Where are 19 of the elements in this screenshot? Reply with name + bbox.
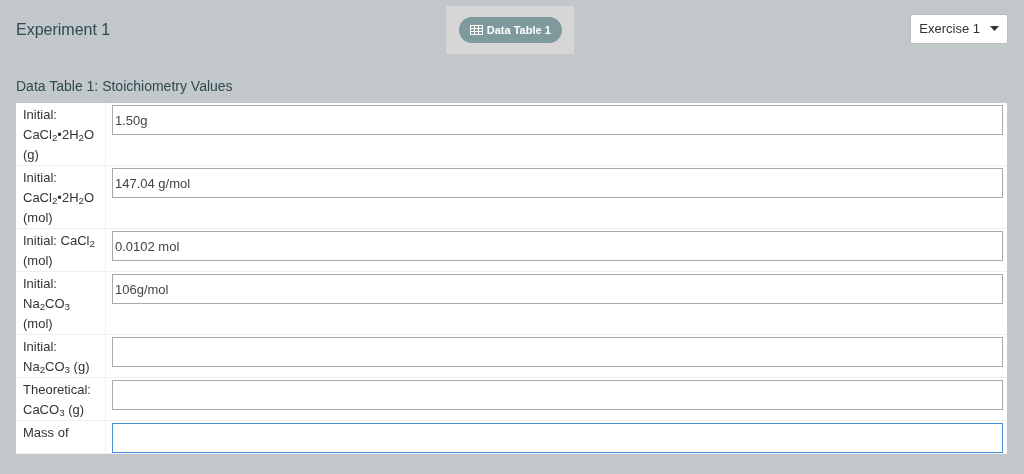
- input-field[interactable]: 106g/mol: [112, 274, 1003, 304]
- row-label: Theoretical: CaCO$_{3}$ (g): [16, 378, 106, 420]
- row-label: Initial: CaCl$_{2}$•2H$_{2}$O (mol): [16, 166, 106, 228]
- row-label: Mass of: [16, 421, 106, 453]
- input-field[interactable]: 147.04 g/mol: [112, 168, 1003, 198]
- row-label: Initial: CaCl$_{2}$•2H$_{2}$O (g): [16, 103, 106, 165]
- input-field[interactable]: 1.50g: [112, 105, 1003, 135]
- exercise-dropdown[interactable]: Exercise 1: [910, 14, 1008, 44]
- row-label: Initial: CaCl$_{2}$ (mol): [16, 229, 106, 271]
- input-field[interactable]: [112, 337, 1003, 367]
- page-title: Experiment 1: [16, 20, 111, 40]
- row-label: Initial: Na$_{2}$CO$_{3}$ (g): [16, 335, 106, 377]
- input-field[interactable]: 0.0102 mol: [112, 231, 1003, 261]
- caret-icon: [990, 26, 999, 32]
- row-label: Initial: Na$_{2}$CO$_{3}$ (mol): [16, 272, 106, 334]
- input-field[interactable]: [112, 423, 1003, 453]
- table-icon: [469, 25, 483, 35]
- input-field[interactable]: [112, 380, 1003, 410]
- table-title: Data Table 1: Stoichiometry Values: [16, 77, 234, 96]
